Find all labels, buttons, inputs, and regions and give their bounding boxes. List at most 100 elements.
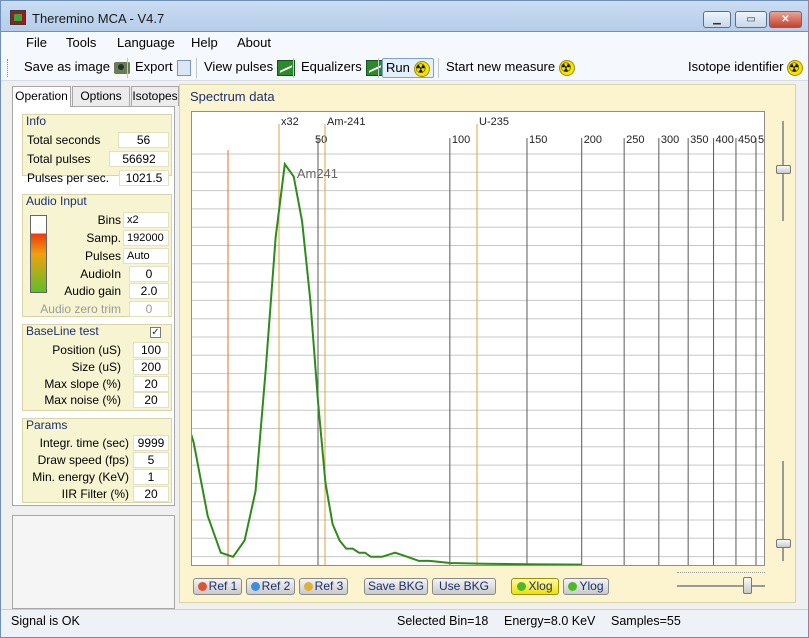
equalizer-icon bbox=[365, 59, 384, 76]
isotope-marker-label: x32 bbox=[281, 116, 299, 128]
total-seconds-row: Total seconds 56 bbox=[23, 132, 173, 149]
toolbar-separator bbox=[127, 58, 128, 78]
status-bar: Signal is OK Selected Bin=18 Energy=8.0 … bbox=[1, 609, 808, 637]
integr-time-input[interactable]: 9999 bbox=[133, 435, 169, 451]
total-seconds-label: Total seconds bbox=[27, 133, 101, 147]
menu-file[interactable]: File bbox=[26, 35, 47, 50]
samp-select[interactable]: 192000 bbox=[123, 230, 169, 246]
export-button[interactable]: Export bbox=[132, 58, 194, 78]
position-label: Position (uS) bbox=[52, 343, 121, 357]
ylog-toggle[interactable]: Ylog bbox=[563, 578, 609, 595]
x-tick-label: 200 bbox=[584, 134, 602, 146]
selected-bin-status: Selected Bin=18 bbox=[397, 614, 489, 628]
radiation-icon bbox=[413, 60, 430, 78]
baseline-test-checkbox[interactable]: ✓ bbox=[150, 327, 161, 338]
x-tick-label: 350 bbox=[690, 134, 708, 146]
slider-thumb[interactable] bbox=[776, 539, 791, 548]
bins-row: Bins x2 bbox=[23, 212, 173, 229]
save-bkg-button[interactable]: Save BKG bbox=[364, 578, 428, 595]
menu-help[interactable]: Help bbox=[191, 35, 218, 50]
app-icon bbox=[10, 10, 26, 25]
toolbar-separator bbox=[438, 58, 439, 78]
close-button[interactable]: ✕ bbox=[769, 11, 802, 28]
isotope-marker-label: U-235 bbox=[479, 116, 509, 128]
save-image-button[interactable]: Save as image bbox=[21, 58, 133, 78]
samp-row: Samp. 192000 bbox=[23, 230, 173, 247]
horizontal-slider[interactable] bbox=[677, 572, 765, 596]
toolbar-separator bbox=[196, 58, 197, 78]
samples-status: Samples=55 bbox=[611, 614, 681, 628]
min-energy-label: Min. energy (KeV) bbox=[32, 470, 129, 484]
audio-zero-trim-input[interactable]: 0 bbox=[129, 301, 169, 317]
max-noise-input[interactable]: 20 bbox=[133, 392, 169, 408]
menu-language[interactable]: Language bbox=[117, 35, 175, 50]
iir-filter-row: IIR Filter (%) 20 bbox=[23, 486, 173, 503]
xlog-led-icon bbox=[517, 582, 527, 591]
export-icon bbox=[176, 59, 191, 76]
toolbar-grip[interactable] bbox=[7, 59, 10, 77]
upper-vertical-slider[interactable] bbox=[776, 121, 791, 221]
toolbar: Save as image Export View pulses Equaliz… bbox=[1, 54, 808, 81]
max-slope-input[interactable]: 20 bbox=[133, 376, 169, 392]
pulses-label: Pulses bbox=[84, 249, 121, 263]
info-group: Info Total seconds 56 Total pulses 56692… bbox=[22, 114, 173, 186]
ref2-dot-icon bbox=[250, 582, 260, 591]
tab-options[interactable]: Options bbox=[72, 86, 130, 106]
ref3-label: Ref 3 bbox=[314, 579, 344, 593]
start-new-measure-button[interactable]: Start new measure bbox=[443, 58, 578, 78]
max-slope-label: Max slope (%) bbox=[44, 377, 121, 391]
x-tick-label: 150 bbox=[529, 134, 547, 146]
x-tick-label: 500 bbox=[758, 134, 765, 146]
ref1-label: Ref 1 bbox=[208, 579, 238, 593]
pps-label: Pulses per sec. bbox=[27, 171, 110, 185]
audio-zero-trim-row: Audio zero trim 0 bbox=[23, 301, 173, 318]
spectrum-series-line bbox=[192, 161, 582, 565]
audio-gain-row: Audio gain 2.0 bbox=[23, 283, 173, 300]
draw-speed-input[interactable]: 5 bbox=[133, 452, 169, 468]
audio-input-title: Audio Input bbox=[26, 194, 87, 208]
menu-tools[interactable]: Tools bbox=[66, 35, 96, 50]
minimize-button[interactable]: ▁ bbox=[703, 11, 731, 28]
slider-thumb[interactable] bbox=[776, 165, 791, 174]
equalizers-label: Equalizers bbox=[301, 59, 362, 74]
menu-about[interactable]: About bbox=[237, 35, 271, 50]
maximize-button[interactable]: ▭ bbox=[735, 11, 767, 28]
view-pulses-button[interactable]: View pulses bbox=[201, 58, 298, 78]
pulses-select[interactable]: Auto bbox=[123, 248, 169, 264]
radiation-icon bbox=[787, 59, 804, 77]
min-energy-input[interactable]: 1 bbox=[133, 469, 169, 485]
spectrum-plot[interactable]: 50100150200250300350400450500x32Am-241U-… bbox=[191, 111, 765, 566]
iir-filter-input[interactable]: 20 bbox=[133, 486, 169, 502]
size-label: Size (uS) bbox=[71, 360, 121, 374]
audio-gain-input[interactable]: 2.0 bbox=[129, 283, 169, 299]
size-input[interactable]: 200 bbox=[133, 359, 169, 375]
ref3-button[interactable]: Ref 3 bbox=[299, 578, 348, 595]
total-pulses-value: 56692 bbox=[109, 151, 169, 167]
bins-select[interactable]: x2 bbox=[123, 212, 169, 228]
baseline-test-title: BaseLine test bbox=[26, 324, 99, 338]
audioin-input[interactable]: 0 bbox=[129, 266, 169, 282]
toolbar-separator bbox=[378, 58, 379, 78]
run-button[interactable]: Run bbox=[382, 58, 434, 78]
pulses-row: Pulses Auto bbox=[23, 248, 173, 265]
bins-label: Bins bbox=[97, 213, 121, 227]
tab-operation[interactable]: Operation bbox=[12, 86, 71, 107]
equalizers-button[interactable]: Equalizers bbox=[298, 58, 387, 78]
lower-vertical-slider[interactable] bbox=[776, 461, 791, 561]
size-row: Size (uS) 200 bbox=[23, 359, 173, 376]
use-bkg-button[interactable]: Use BKG bbox=[432, 578, 496, 595]
spectrum-chart: 50100150200250300350400450500x32Am-241U-… bbox=[192, 116, 765, 565]
xlog-toggle[interactable]: Xlog bbox=[511, 578, 559, 595]
menu-bar: File Tools Language Help About bbox=[1, 32, 808, 54]
tab-isotopes[interactable]: Isotopes bbox=[131, 86, 179, 106]
spectrum-title: Spectrum data bbox=[190, 89, 275, 104]
auxiliary-panel bbox=[12, 515, 175, 609]
peak-annotation-am241: Am241 bbox=[297, 166, 338, 181]
slider-thumb[interactable] bbox=[743, 577, 752, 594]
ref1-button[interactable]: Ref 1 bbox=[193, 578, 242, 595]
isotope-identifier-button[interactable]: Isotope identifier bbox=[685, 58, 806, 78]
operation-tab-panel: Info Total seconds 56 Total pulses 56692… bbox=[12, 106, 175, 506]
ref2-button[interactable]: Ref 2 bbox=[246, 578, 295, 595]
position-input[interactable]: 100 bbox=[133, 342, 169, 358]
total-seconds-value: 56 bbox=[118, 132, 169, 148]
